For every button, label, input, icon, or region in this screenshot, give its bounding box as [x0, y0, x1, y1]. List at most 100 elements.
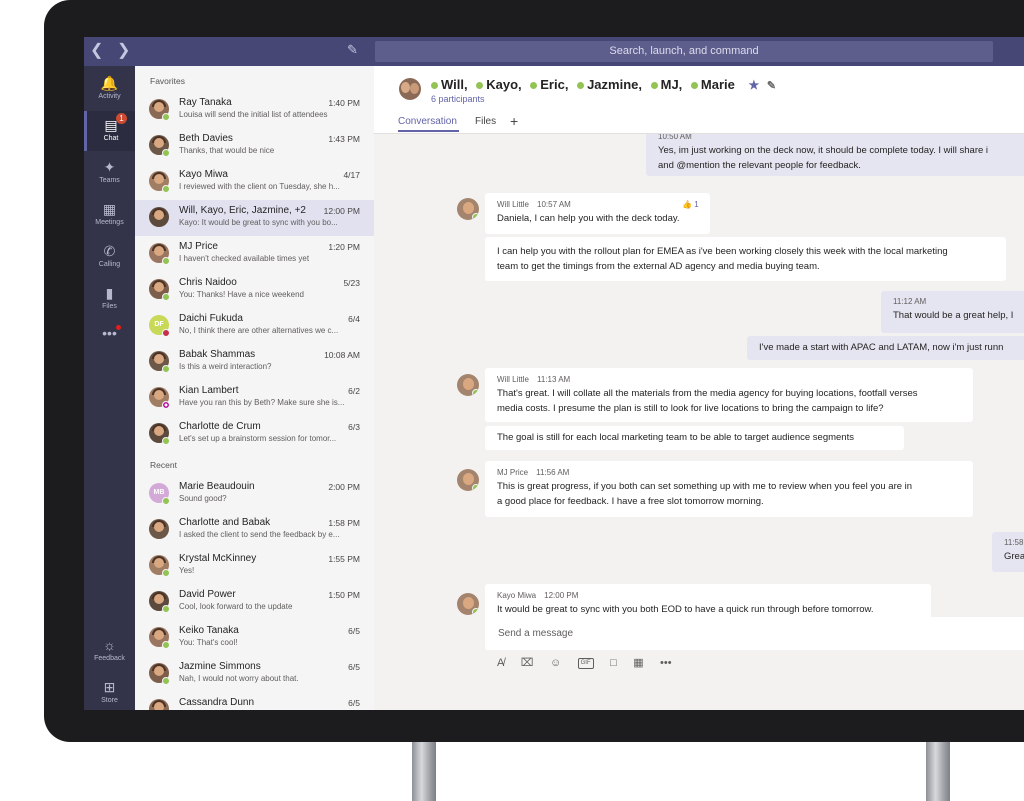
chat-preview: I haven't checked available times yet: [179, 254, 310, 263]
rail-label: Meetings: [95, 219, 124, 226]
rail-more[interactable]: •••: [84, 319, 135, 359]
active-tab-indicator: [398, 130, 459, 132]
chat-time: 1:20 PM: [328, 242, 360, 252]
presence-dot: [431, 81, 438, 89]
presence-dot: [690, 81, 698, 89]
rail-store[interactable]: ⊞ Store: [84, 673, 135, 710]
rail-meetings[interactable]: ▦ Meetings: [84, 195, 135, 235]
presence-dot: [162, 401, 170, 409]
chat-name: Charlotte and Babak: [179, 517, 271, 528]
avatar: [149, 519, 169, 539]
rail-chat[interactable]: ▤ Chat 1: [84, 111, 135, 151]
add-tab-plus-icon[interactable]: +: [510, 113, 518, 129]
message-text: That would be a great help, I: [893, 310, 1014, 321]
bell-icon: 🔔: [100, 75, 119, 91]
chat-preview: I asked the client to send the feedback …: [179, 530, 340, 539]
forward-arrow-icon[interactable]: ❯: [117, 42, 130, 60]
chat-list-item[interactable]: David Power 1:50 PM Cool, look forward to …: [135, 584, 374, 620]
new-chat-compose-icon[interactable]: ✎: [347, 43, 361, 57]
rail-teams[interactable]: ✦ Teams: [84, 153, 135, 193]
chat-time: 4/17: [343, 170, 360, 180]
rail-files[interactable]: ▮ Files: [84, 279, 135, 319]
presence-dot: [472, 608, 479, 615]
presence-dot: [162, 569, 170, 577]
chat-list-item[interactable]: Kayo Miwa 4/17 I reviewed with the client …: [135, 164, 374, 200]
format-icon[interactable]: A̸: [497, 657, 504, 669]
meet-now-icon[interactable]: ▦: [633, 656, 643, 669]
chat-list-item[interactable]: Kian Lambert 6/2 Have you ran this by Beth…: [135, 380, 374, 416]
participant-names[interactable]: Will, Kayo, Eric, Jazmine, MJ, Marie ★ ✎: [431, 77, 776, 92]
rail-activity[interactable]: 🔔 Activity: [84, 69, 135, 109]
group-avatar: [399, 78, 421, 100]
chat-name: David Power: [179, 589, 236, 600]
edit-pencil-icon[interactable]: ✎: [767, 80, 776, 92]
chat-name: Ray Tanaka: [179, 97, 232, 108]
like-reaction[interactable]: 👍 1: [682, 197, 699, 212]
message-text: The goal is still for each local marketi…: [497, 432, 854, 443]
store-icon: ⊞: [103, 679, 116, 695]
presence-dot: [162, 497, 170, 505]
favorite-star-icon[interactable]: ★: [749, 78, 760, 92]
chat-time: 6/4: [348, 314, 360, 324]
chat-list-item[interactable]: Babak Shammas 10:08 AM Is this a weird int…: [135, 344, 374, 380]
participant-count[interactable]: 6 participants: [431, 94, 485, 104]
chat-preview: Kayo: It would be great to sync with you…: [179, 218, 338, 227]
emoji-icon[interactable]: ☺: [550, 657, 561, 669]
message-compose-box[interactable]: Send a message: [485, 617, 1024, 650]
chat-name: Will, Kayo, Eric, Jazmine, +2: [179, 205, 306, 216]
attach-paperclip-icon[interactable]: ⌧: [521, 656, 534, 669]
sticker-icon[interactable]: □: [610, 657, 617, 669]
chat-list-item[interactable]: Beth Davies 1:43 PM Thanks, that would be …: [135, 128, 374, 164]
chat-time: 6/5: [348, 698, 360, 708]
rail-feedback[interactable]: ☼ Feedback: [84, 631, 135, 671]
message-bubble: The goal is still for each local marketi…: [485, 426, 904, 450]
tab-conversation[interactable]: Conversation: [398, 116, 457, 127]
chat-list-item[interactable]: Charlotte de Crum 6/3 Let's set up a brain…: [135, 416, 374, 452]
lightbulb-icon: ☼: [103, 637, 116, 653]
chat-list-item[interactable]: MJ Price 1:20 PM I haven't checked availab…: [135, 236, 374, 272]
chat-preview: Cool, look forward to the update: [179, 602, 293, 611]
chat-name: Marie Beaudouin: [179, 481, 255, 492]
rail-label: Files: [102, 303, 117, 310]
chat-list-item[interactable]: Keiko Tanaka 6/5 You: That's cool!: [135, 620, 374, 656]
monitor-photo: ❮ ❯ ✎ Search, launch, and command 🔔 Acti…: [0, 0, 1024, 801]
chat-name: Krystal McKinney: [179, 553, 257, 564]
tab-files[interactable]: Files: [475, 116, 496, 127]
chat-time: 1:43 PM: [328, 134, 360, 144]
chat-list-item[interactable]: Jazmine Simmons 6/5 Nah, I would not worry…: [135, 656, 374, 692]
chat-list-item[interactable]: Chris Naidoo 5/23 You: Thanks! Have a nice…: [135, 272, 374, 308]
gif-icon[interactable]: GIF: [577, 658, 594, 669]
avatar: [457, 198, 479, 220]
monitor-stand-leg-right: [926, 742, 950, 801]
message-bubble-mine: I've made a start with APAC and LATAM, n…: [747, 336, 1024, 360]
chat-name: Kayo Miwa: [179, 169, 228, 180]
compose-toolbar: A̸ ⌧ ☺ GIF □ ▦ •••: [497, 653, 684, 669]
chat-name: Kian Lambert: [179, 385, 239, 396]
message-bubble: Will Little 11:13 AM That's great. I will…: [485, 368, 973, 422]
more-options-icon[interactable]: •••: [660, 657, 672, 669]
chat-list-item[interactable]: Charlotte and Babak 1:58 PM I asked the cl…: [135, 512, 374, 548]
message-bubble: MJ Price 11:56 AM This is great progress,…: [485, 461, 973, 517]
chat-list-item[interactable]: Will, Kayo, Eric, Jazmine, +2 12:00 PM Kay…: [135, 200, 374, 236]
chat-preview: You: That's cool!: [179, 638, 238, 647]
participant-name: Eric,: [540, 77, 569, 92]
chat-list-item[interactable]: DF Daichi Fukuda 6/4 No, I think there are …: [135, 308, 374, 344]
unread-badge: 1: [116, 113, 127, 124]
chat-time: 2:00 PM: [328, 482, 360, 492]
chat-list-item[interactable]: Ray Tanaka 1:40 PM Louisa will send the in…: [135, 92, 374, 128]
chat-list-item[interactable]: MB Marie Beaudouin 2:00 PM Sound good?: [135, 476, 374, 512]
presence-dot: [577, 81, 585, 89]
search-command-box[interactable]: Search, launch, and command: [375, 41, 993, 62]
rail-label: Teams: [99, 177, 120, 184]
chat-list-item[interactable]: Krystal McKinney 1:55 PM Yes!: [135, 548, 374, 584]
rail-calling[interactable]: ✆ Calling: [84, 237, 135, 277]
message-text: That's great. I will collate all the mat…: [497, 388, 918, 399]
back-arrow-icon[interactable]: ❮: [90, 42, 103, 60]
chat-preview: Sound good?: [179, 494, 227, 503]
message-bubble-mine: 11:58 Grea: [992, 532, 1024, 572]
chat-list-item[interactable]: Cassandra Dunn 6/5: [135, 692, 374, 710]
avatar: [457, 469, 479, 491]
calendar-icon: ▦: [102, 201, 117, 217]
presence-dot: [162, 677, 170, 685]
message-time: 11:13 AM: [537, 375, 571, 384]
